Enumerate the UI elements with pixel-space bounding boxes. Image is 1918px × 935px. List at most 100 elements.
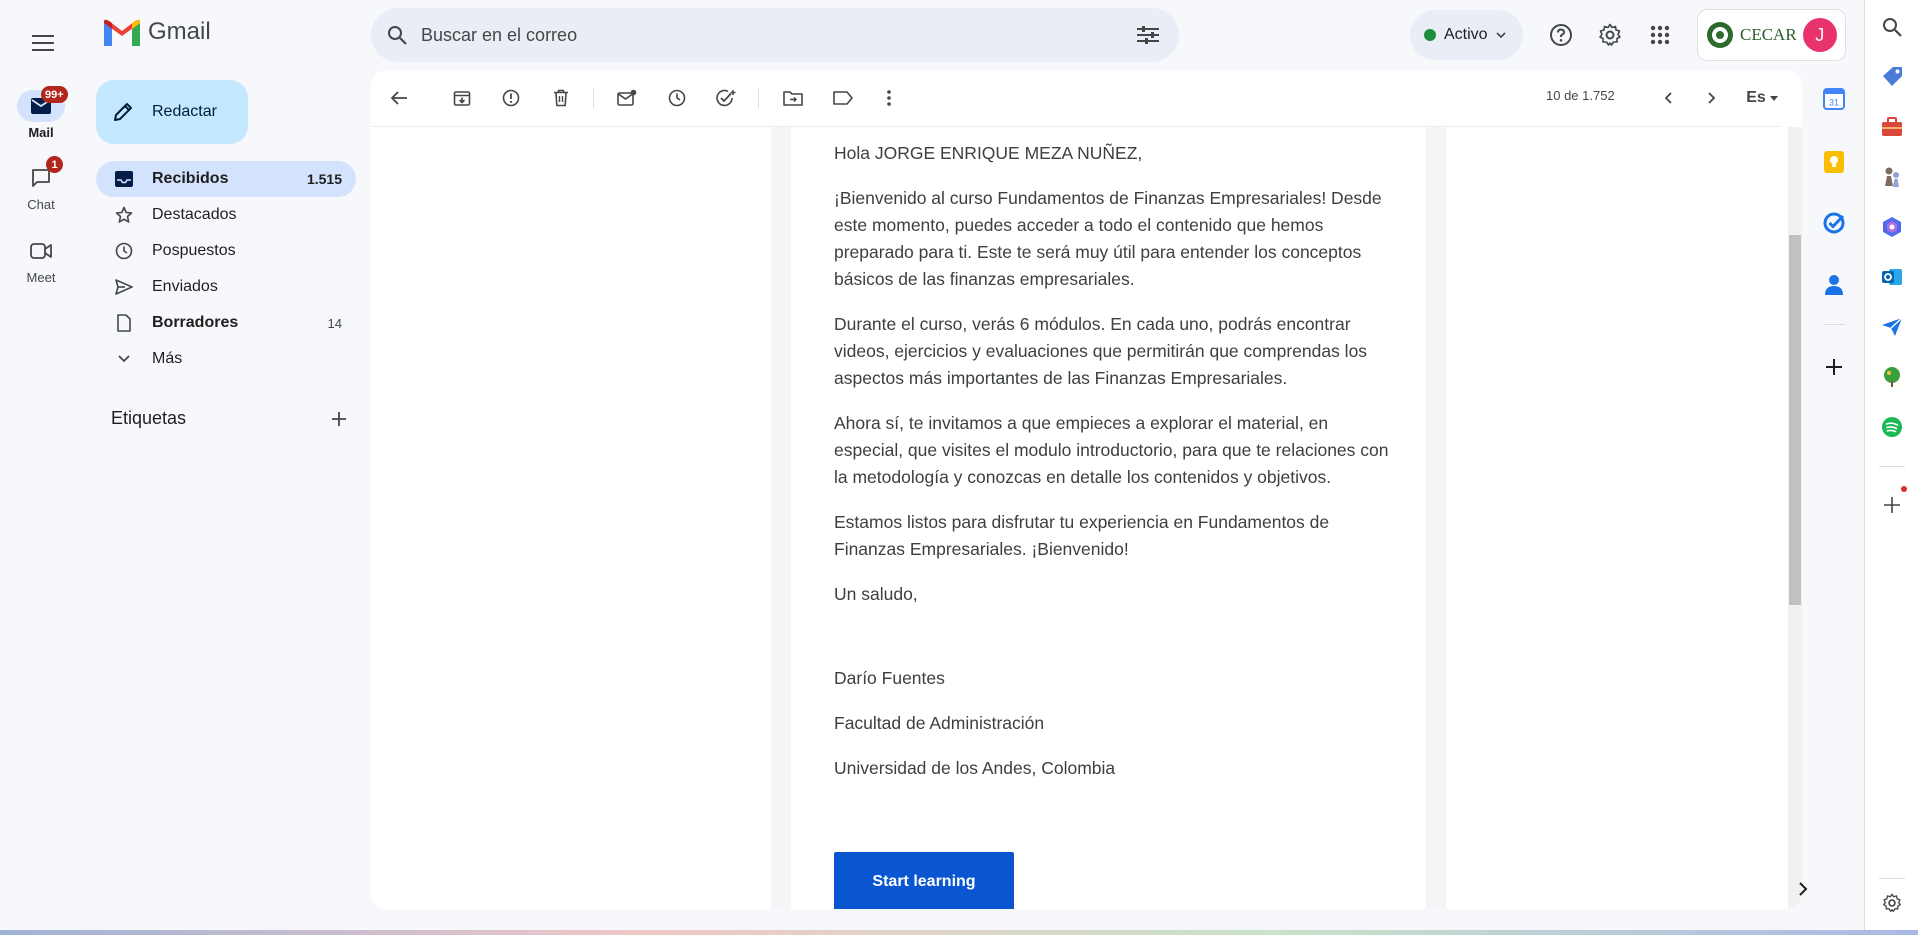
- apps-button[interactable]: [1640, 15, 1680, 55]
- compose-label: Redactar: [152, 103, 217, 120]
- clock-icon: [115, 242, 133, 260]
- pagination-text: 10 de 1.752: [1546, 88, 1615, 103]
- gmail-logo[interactable]: Gmail: [104, 18, 211, 46]
- status-label: Activo: [1444, 26, 1488, 43]
- input-tools-button[interactable]: Es: [1737, 78, 1787, 118]
- archive-icon: [453, 91, 471, 106]
- help-button[interactable]: [1541, 15, 1581, 55]
- search-icon: [388, 26, 407, 45]
- browser-search-button[interactable]: [1879, 14, 1905, 40]
- nav-label-drafts: Borradores: [152, 314, 239, 331]
- sidebar-settings-button[interactable]: [1879, 890, 1905, 916]
- cecar-logo-icon: [1707, 22, 1733, 48]
- nav-label-snoozed: Pospuestos: [152, 242, 236, 259]
- nav-item-snoozed[interactable]: Pospuestos: [96, 233, 356, 269]
- chevron-right-icon: [1799, 882, 1808, 896]
- rail-item-chat[interactable]: 1 Chat: [0, 156, 82, 212]
- message-toolbar: 10 de 1.752 Es: [371, 70, 1781, 126]
- snooze-button[interactable]: [657, 78, 697, 118]
- add-addon-button[interactable]: [1826, 359, 1842, 375]
- search-options-button[interactable]: [1137, 25, 1159, 45]
- shopping-tag-button[interactable]: [1879, 64, 1905, 90]
- mark-unread-button[interactable]: [607, 78, 647, 118]
- nav-item-drafts[interactable]: Borradores 14: [96, 305, 356, 341]
- more-vert-icon: [887, 90, 891, 106]
- email-paragraph: ¡Bienvenido al curso Fundamentos de Fina…: [834, 188, 1382, 289]
- scrollbar-thumb[interactable]: [1789, 235, 1801, 605]
- report-icon: [502, 89, 520, 107]
- nav-item-more[interactable]: Más: [96, 341, 356, 377]
- gear-icon: [1599, 23, 1621, 46]
- tools-app-button[interactable]: [1879, 114, 1905, 140]
- chevron-right-icon: [1708, 92, 1716, 104]
- labels-button[interactable]: [823, 78, 863, 118]
- gear-icon: [1883, 893, 1901, 912]
- more-actions-button[interactable]: [869, 78, 909, 118]
- tree-app-button[interactable]: [1879, 364, 1905, 390]
- spotify-icon: [1882, 417, 1902, 437]
- back-button[interactable]: [379, 78, 419, 118]
- delete-button[interactable]: [541, 78, 581, 118]
- add-to-tasks-button[interactable]: [706, 78, 746, 118]
- newer-button[interactable]: [1648, 78, 1688, 118]
- show-side-panel-button[interactable]: [1798, 882, 1808, 896]
- tag-icon: [1883, 67, 1902, 86]
- keep-icon: [1824, 151, 1844, 173]
- search-button[interactable]: [387, 25, 407, 45]
- taskbar-strip: [0, 930, 1918, 935]
- compose-button[interactable]: Redactar: [96, 80, 248, 144]
- apps-grid-icon: [1650, 25, 1670, 45]
- inbox-count: 1.515: [306, 171, 342, 187]
- label-icon: [833, 91, 853, 105]
- folder-list: Recibidos 1.515 Destacados Pospuestos En…: [96, 161, 356, 377]
- copilot-icon: [1883, 217, 1901, 237]
- labels-heading: Etiquetas: [111, 408, 187, 428]
- labels-section: Etiquetas: [111, 408, 346, 429]
- outlook-icon: [1882, 269, 1902, 285]
- signature-university: Universidad de los Andes, Colombia: [834, 758, 1116, 778]
- add-label-button[interactable]: [332, 411, 346, 426]
- send-app-button[interactable]: [1879, 314, 1905, 340]
- video-camera-icon: [30, 243, 52, 259]
- nav-item-starred[interactable]: Destacados: [96, 197, 356, 233]
- spotify-button[interactable]: [1879, 414, 1905, 440]
- chevron-left-icon: [1664, 92, 1672, 104]
- report-spam-button[interactable]: [491, 78, 531, 118]
- copilot-button[interactable]: [1879, 214, 1905, 240]
- status-chip[interactable]: Activo: [1410, 10, 1523, 60]
- start-learning-button[interactable]: Start learning: [834, 852, 1014, 909]
- move-to-button[interactable]: [773, 78, 813, 118]
- account-switcher[interactable]: CECAR J: [1697, 9, 1846, 61]
- email-greeting: Hola JORGE ENRIQUE MEZA NUÑEZ,: [834, 143, 1143, 163]
- notification-dot: [1901, 486, 1907, 492]
- search-icon: [1883, 18, 1902, 37]
- arrow-back-icon: [390, 91, 407, 105]
- left-rail: 99+ Mail 1 Chat Meet: [0, 0, 82, 935]
- tasks-app-button[interactable]: [1823, 212, 1845, 234]
- search-bar[interactable]: [371, 8, 1179, 62]
- games-app-button[interactable]: [1879, 164, 1905, 190]
- settings-button[interactable]: [1590, 15, 1630, 55]
- nav-item-inbox[interactable]: Recibidos 1.515: [96, 161, 356, 197]
- nav-item-sent[interactable]: Enviados: [96, 269, 356, 305]
- search-input[interactable]: [421, 24, 1137, 46]
- older-button[interactable]: [1692, 78, 1732, 118]
- email-paragraph: Ahora sí, te invitamos a que empieces a …: [834, 413, 1389, 487]
- contacts-icon: [1825, 275, 1843, 295]
- add-sidebar-app-button[interactable]: [1879, 486, 1907, 518]
- nav-label-starred: Destacados: [152, 206, 237, 223]
- rail-item-mail[interactable]: 99+ Mail: [0, 86, 82, 140]
- archive-button[interactable]: [442, 78, 482, 118]
- contacts-app-button[interactable]: [1824, 274, 1844, 296]
- outlook-button[interactable]: [1879, 264, 1905, 290]
- calendar-app-button[interactable]: 31: [1823, 88, 1845, 110]
- tree-icon: [1884, 367, 1900, 387]
- chat-badge: 1: [46, 156, 63, 173]
- keep-app-button[interactable]: [1823, 150, 1845, 174]
- add-task-icon: [716, 89, 736, 107]
- mark-unread-icon: [617, 89, 637, 106]
- nav-label-more: Más: [152, 350, 183, 367]
- plus-icon: [1884, 497, 1900, 513]
- main-menu-button[interactable]: [22, 22, 64, 64]
- rail-item-meet[interactable]: Meet: [0, 235, 82, 285]
